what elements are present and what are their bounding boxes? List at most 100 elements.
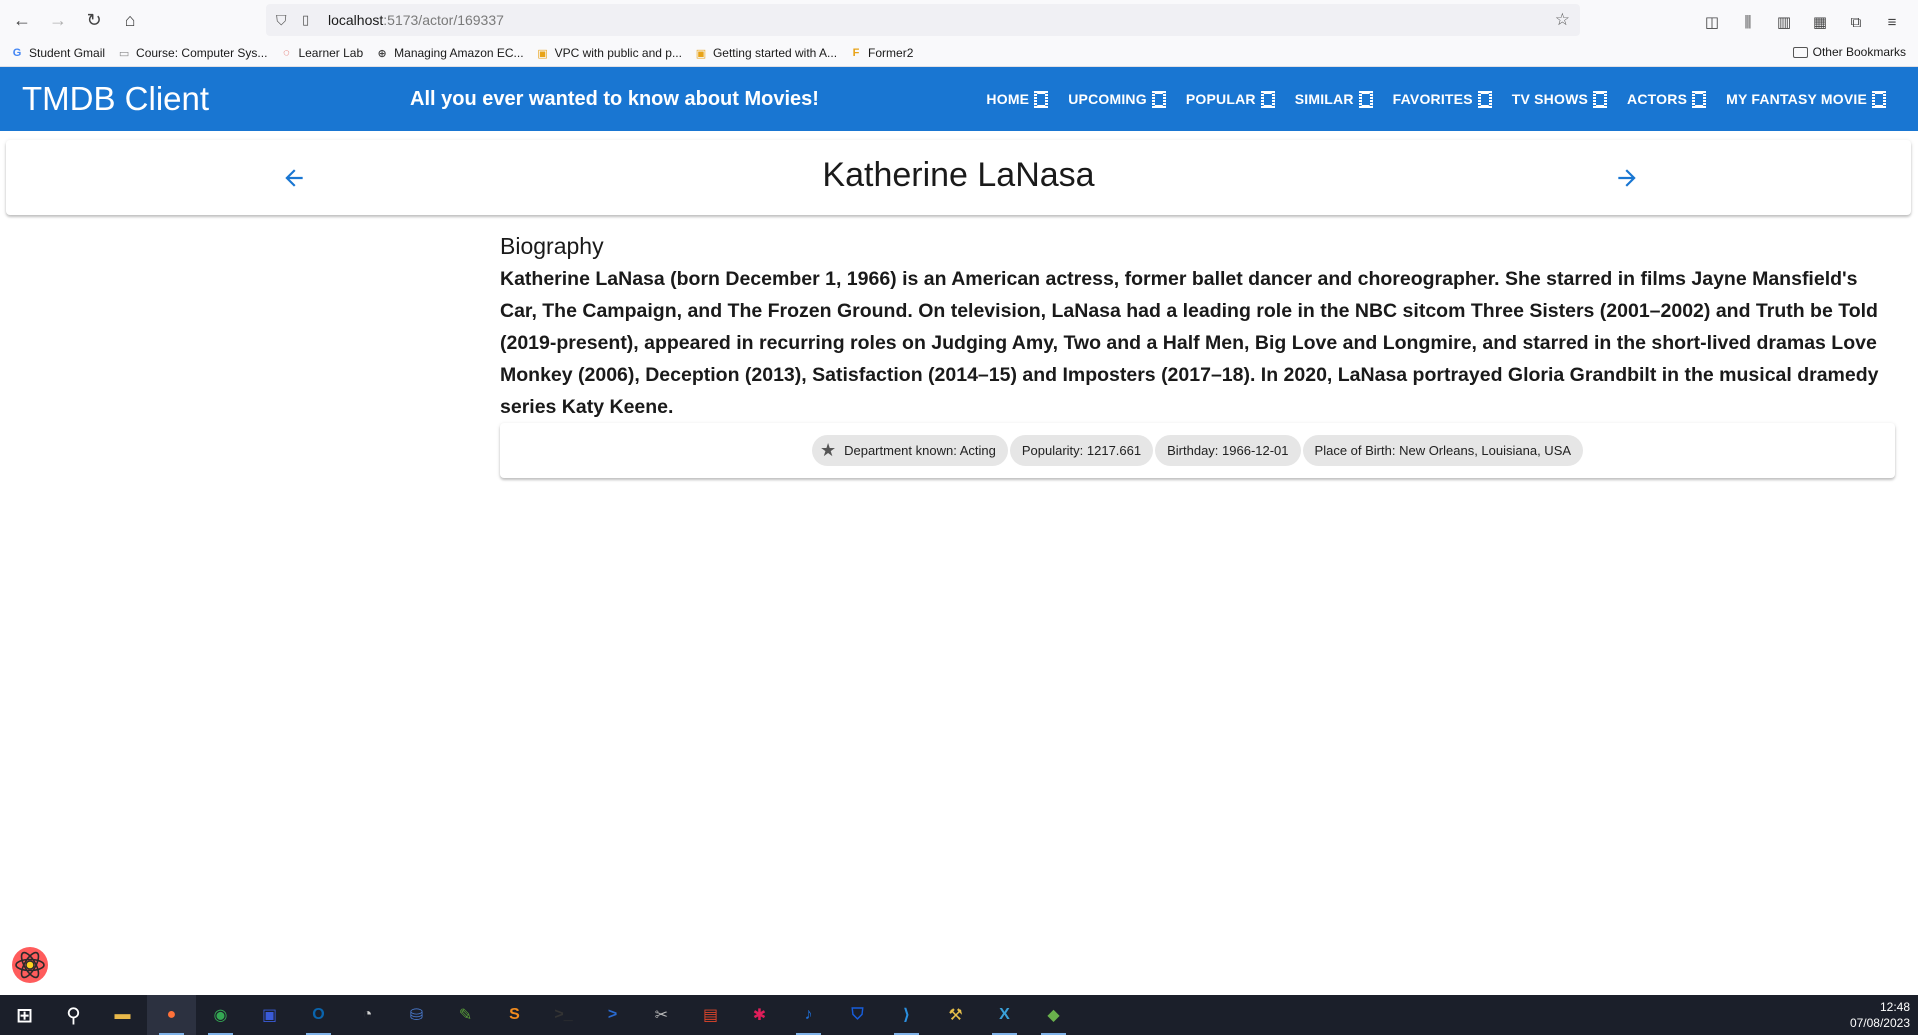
shield-icon[interactable]: ⛉: [276, 12, 296, 29]
library-icon[interactable]: ⫼: [1730, 4, 1766, 40]
bookmark-item[interactable]: G Student Gmail: [10, 46, 105, 60]
app-title: TMDB Client: [22, 80, 210, 117]
taskbar-app[interactable]: S: [490, 995, 539, 1035]
extensions-icon[interactable]: ⧉: [1838, 4, 1874, 40]
globe-icon: ⊕: [377, 47, 387, 60]
taskbar-app[interactable]: ✱: [735, 995, 784, 1035]
slack-icon: ✱: [752, 1007, 767, 1024]
taskbar-app[interactable]: ▤: [686, 995, 735, 1035]
bookmark-item[interactable]: ◌ Learner Lab: [279, 46, 363, 60]
nav-item-label: Popular: [1185, 91, 1256, 107]
react-query-devtools-icon[interactable]: [9, 944, 51, 986]
birthday-label: Birthday: 1966-12-01: [1167, 443, 1289, 458]
bookmark-item[interactable]: ▣ VPC with public and p...: [536, 46, 682, 60]
reload-icon[interactable]: ↻: [76, 2, 112, 38]
back-arrow-icon[interactable]: ←: [4, 2, 40, 38]
git-app-icon: ◆: [1047, 1007, 1060, 1024]
nav-item-upcoming[interactable]: Upcoming: [1068, 90, 1166, 108]
birthplace-chip: Place of Birth: New Orleans, Louisiana, …: [1302, 435, 1584, 466]
bookmark-item[interactable]: ▣ Getting started with A...: [694, 46, 837, 60]
url-bar[interactable]: ⛉ ▯ localhost:5173/actor/169337 ☆: [266, 4, 1580, 36]
taskbar-app[interactable]: ✂: [637, 995, 686, 1035]
app-tagline: All you ever wanted to know about Movies…: [410, 88, 819, 110]
actor-header-card: Katherine LaNasa: [6, 140, 1911, 215]
url-text[interactable]: localhost:5173/actor/169337: [328, 12, 504, 28]
popularity-label: Popularity: 1217.661: [1021, 443, 1142, 458]
home-icon[interactable]: ⌂: [112, 2, 148, 38]
file-explorer-icon: ▬: [114, 1006, 131, 1023]
taskbar-app[interactable]: ●: [147, 995, 196, 1035]
other-bookmarks-label: Other Bookmarks: [1812, 45, 1906, 59]
menu-icon[interactable]: ≡: [1874, 4, 1910, 40]
nav-item-label: Similar: [1294, 91, 1354, 107]
x-app-icon: X: [999, 1006, 1010, 1023]
nav-item-my-fantasy-movie[interactable]: My Fantasy Movie: [1726, 90, 1886, 108]
former2-icon: F: [852, 47, 860, 59]
nav-item-popular[interactable]: Popular: [1185, 90, 1275, 108]
department-label: Department known: Acting: [844, 443, 996, 458]
sublime-text-icon: S: [509, 1006, 520, 1023]
taskbar-app[interactable]: ⊞: [0, 995, 49, 1035]
folder-icon: [1792, 46, 1808, 58]
nav-item-home[interactable]: Home: [986, 90, 1049, 108]
chrome-icon: ◉: [213, 1007, 228, 1024]
sidebar-icon[interactable]: ▥: [1766, 4, 1802, 40]
pdf-app-icon: ▤: [702, 1007, 719, 1024]
aws-box-icon: ▣: [537, 47, 548, 60]
bookmark-item[interactable]: F Former2: [849, 46, 914, 60]
taskbar-app[interactable]: >: [588, 995, 637, 1035]
nav-item-favorites[interactable]: Favorites: [1392, 90, 1492, 108]
browser-toolbar: ← → ↻ ⌂ ⛉ ▯ localhost:5173/actor/169337 …: [0, 0, 1918, 40]
bookmark-label: Former2: [868, 46, 914, 60]
bookmark-star-icon[interactable]: ☆: [1555, 10, 1570, 30]
bookmark-item[interactable]: ▭ Course: Computer Sys...: [117, 46, 268, 60]
powershell-icon: >: [607, 1006, 618, 1023]
taskbar-app[interactable]: ⛉: [833, 995, 882, 1035]
vscode-icon: ⟩: [902, 1007, 911, 1024]
learner-lab-icon: ◌: [283, 47, 290, 59]
nav-item-label: Favorites: [1392, 91, 1473, 107]
nav-item-tv-shows[interactable]: TV Shows: [1512, 90, 1608, 108]
film-icon: [1692, 90, 1707, 108]
taskbar-app[interactable]: >_: [539, 995, 588, 1035]
taskbar-app[interactable]: ⚒: [931, 995, 980, 1035]
taskbar-app[interactable]: ◆: [1029, 995, 1078, 1035]
system-clock[interactable]: 12:48 07/08/2023: [1850, 999, 1910, 1031]
nav-item-actors[interactable]: Actors: [1627, 90, 1707, 108]
pocket-icon[interactable]: ◫: [1694, 4, 1730, 40]
bitwarden-icon: ⛉: [851, 1006, 864, 1023]
bookmark-label: Course: Computer Sys...: [136, 46, 268, 60]
taskbar-app[interactable]: ▬: [98, 995, 147, 1035]
page-info-icon[interactable]: ▯: [302, 12, 320, 28]
popularity-chip: Popularity: 1217.661: [1009, 435, 1154, 466]
star-icon: ★: [819, 440, 837, 460]
save-app-icon: ▣: [261, 1007, 278, 1024]
nav-item-label: Actors: [1627, 91, 1688, 107]
nav-item-label: Upcoming: [1068, 91, 1147, 107]
other-bookmarks[interactable]: Other Bookmarks: [1792, 45, 1906, 59]
taskbar-app[interactable]: ▣: [245, 995, 294, 1035]
film-icon: [1593, 90, 1608, 108]
film-icon: [1872, 90, 1886, 108]
bookmark-item[interactable]: ⊕ Managing Amazon EC...: [375, 46, 524, 60]
taskbar-app[interactable]: ♪: [784, 995, 833, 1035]
taskbar-app[interactable]: ⟩: [882, 995, 931, 1035]
taskbar-app[interactable]: ◉: [196, 995, 245, 1035]
taskbar-app[interactable]: ⚲: [49, 995, 98, 1035]
container-icon[interactable]: ▦: [1802, 4, 1838, 40]
next-arrow-icon[interactable]: [1607, 158, 1647, 198]
film-icon: [1477, 90, 1492, 108]
tiktok-app-icon: ♪: [804, 1006, 813, 1023]
taskbar-app[interactable]: X: [980, 995, 1029, 1035]
taskbar-app[interactable]: ✎: [441, 995, 490, 1035]
nav-item-label: Home: [986, 91, 1030, 107]
taskbar-app[interactable]: O: [294, 995, 343, 1035]
taskbar-app[interactable]: ◔: [343, 995, 392, 1035]
biography-heading: Biography: [500, 233, 604, 259]
actor-details-card: ★ Department known: Acting Popularity: 1…: [500, 423, 1895, 478]
url-host: localhost: [328, 12, 384, 28]
forward-arrow-icon[interactable]: →: [40, 2, 76, 38]
nav-item-similar[interactable]: Similar: [1294, 90, 1373, 108]
bookmark-label: VPC with public and p...: [554, 46, 682, 60]
taskbar-app[interactable]: ⛁: [392, 995, 441, 1035]
